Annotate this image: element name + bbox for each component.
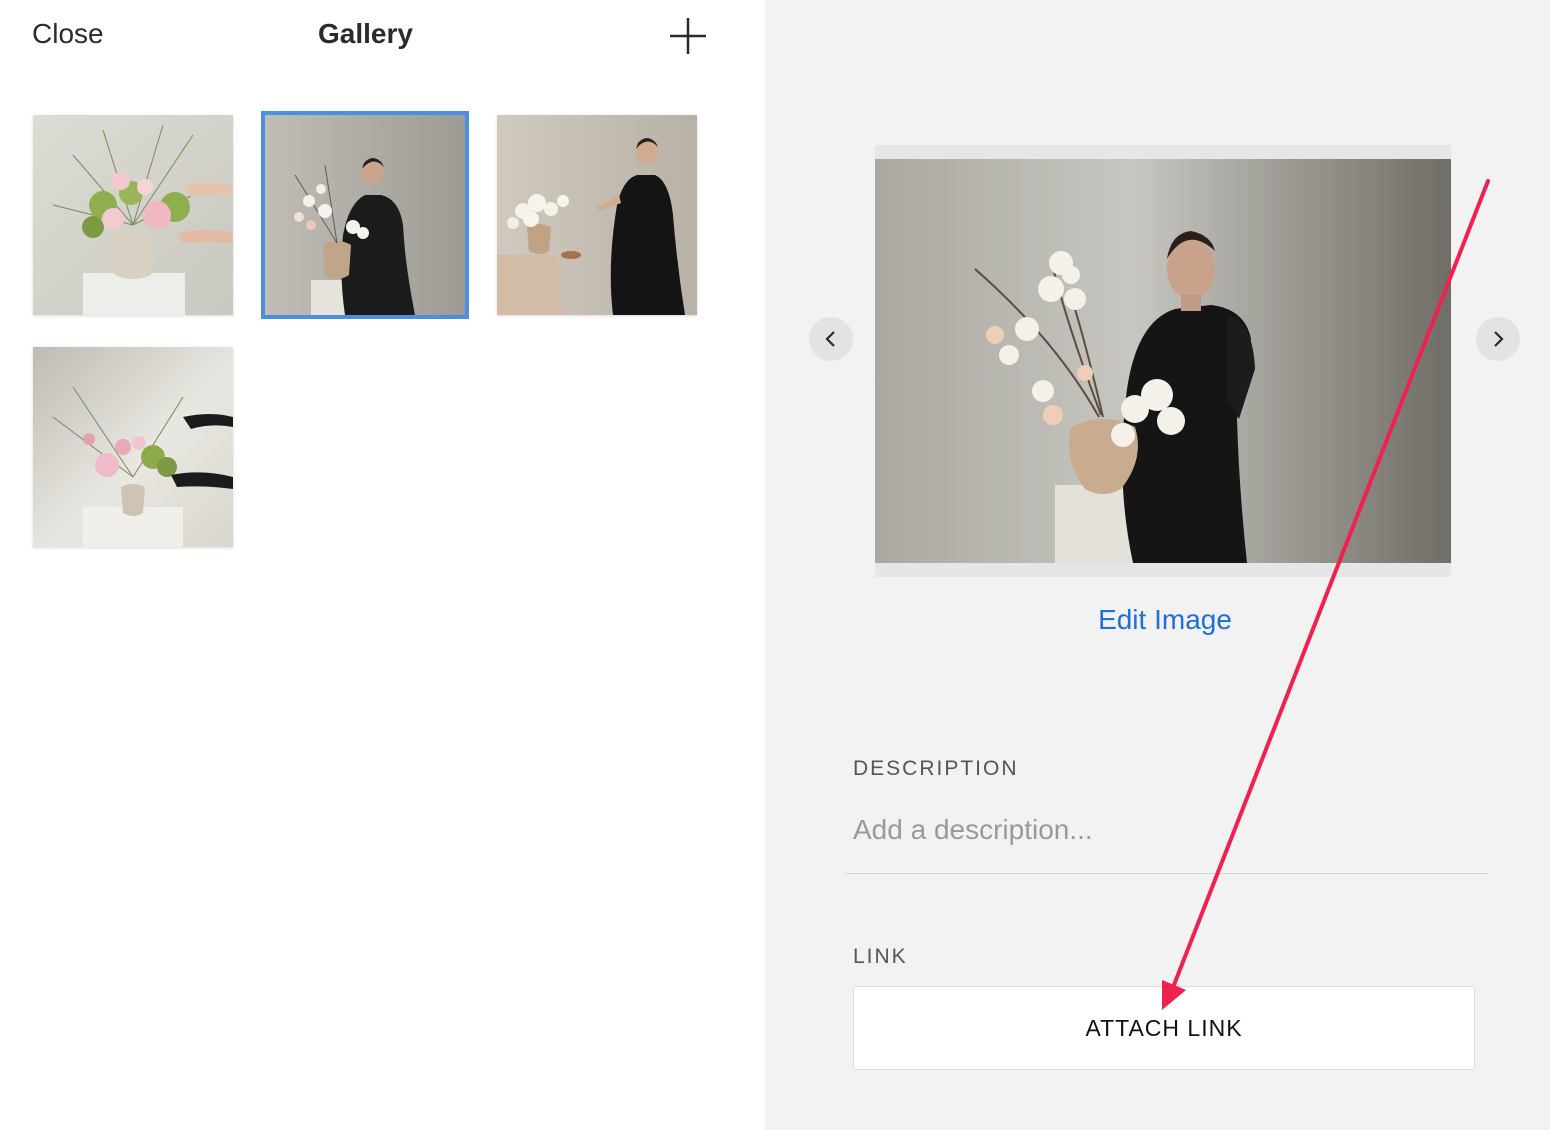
hands-arranging-pink-flowers-image — [33, 347, 233, 547]
close-button[interactable]: Close — [32, 18, 104, 50]
page-title: Gallery — [318, 18, 413, 49]
description-input[interactable] — [853, 810, 1483, 850]
link-label: LINK — [853, 945, 908, 968]
attach-link-button[interactable]: ATTACH LINK — [853, 986, 1475, 1070]
image-details-panel: Edit Image DESCRIPTION LINK ATTACH LINK — [765, 0, 1550, 1130]
edit-image-link[interactable]: Edit Image — [765, 604, 1550, 636]
gallery-thumbnail-4[interactable] — [33, 347, 233, 547]
gallery-panel: Close Gallery — [0, 0, 765, 1130]
add-image-button[interactable] — [668, 16, 708, 56]
image-preview-frame — [875, 145, 1451, 577]
woman-arranging-orchids-preview — [875, 159, 1451, 563]
previous-image-button[interactable] — [809, 317, 853, 361]
description-label: DESCRIPTION — [853, 757, 1019, 780]
gallery-thumbnail-2[interactable] — [261, 111, 469, 319]
description-divider — [845, 873, 1488, 874]
peonies-bouquet-image — [33, 115, 233, 315]
image-preview — [875, 159, 1451, 563]
woman-arranging-white-flowers-image — [497, 115, 697, 315]
gallery-header: Close Gallery — [0, 0, 765, 80]
plus-icon — [670, 18, 706, 54]
woman-arranging-orchids-image — [265, 115, 465, 315]
chevron-right-icon — [1494, 331, 1504, 347]
next-image-button[interactable] — [1476, 317, 1520, 361]
gallery-thumbnail-1[interactable] — [33, 115, 233, 315]
gallery-thumbnail-3[interactable] — [497, 115, 697, 315]
chevron-left-icon — [825, 331, 835, 347]
